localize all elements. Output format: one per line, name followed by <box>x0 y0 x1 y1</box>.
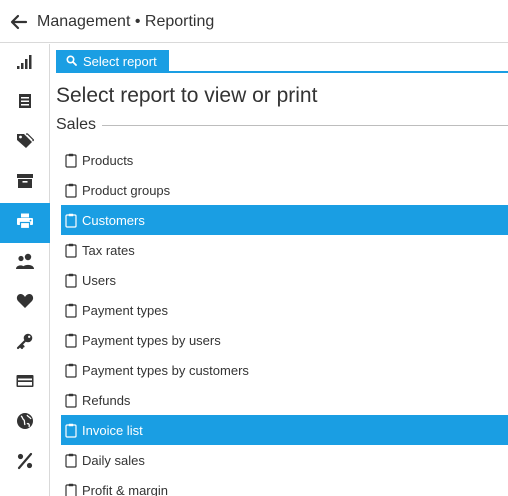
key-icon <box>16 332 34 355</box>
sidebar-item-statistics[interactable] <box>0 44 50 84</box>
sidebar-item-stock[interactable] <box>0 163 50 203</box>
page-title: Management • Reporting <box>37 13 215 30</box>
chart-icon <box>16 53 34 76</box>
report-item-label: Payment types <box>82 302 168 318</box>
report-list: Products Product groups Customers Tax rates… <box>61 145 508 496</box>
report-item[interactable]: Product groups <box>61 175 508 205</box>
report-item[interactable]: Customers <box>61 205 508 235</box>
report-item-label: Profit & margin <box>82 482 168 496</box>
report-item[interactable]: Profit & margin <box>61 475 508 496</box>
sidebar-item-discounts[interactable] <box>0 443 50 483</box>
top-bar: Management • Reporting <box>0 0 508 43</box>
report-item[interactable]: Users <box>61 265 508 295</box>
sidebar-item-payment-types[interactable] <box>0 363 50 403</box>
section-header: Sales <box>56 116 508 134</box>
report-item[interactable]: Daily sales <box>61 445 508 475</box>
clipboard-icon <box>65 393 82 408</box>
report-item-label: Daily sales <box>82 452 145 468</box>
report-item[interactable]: Payment types by customers <box>61 355 508 385</box>
document-list-icon <box>16 92 34 115</box>
clipboard-icon <box>65 303 82 318</box>
heart-icon <box>16 292 34 315</box>
globe-icon <box>16 412 34 435</box>
sidebar-item-users[interactable] <box>0 243 50 283</box>
report-item-label: Products <box>82 152 134 168</box>
report-item[interactable]: Tax rates <box>61 235 508 265</box>
tags-icon <box>16 132 35 155</box>
clipboard-icon <box>65 453 82 468</box>
main-heading: Select report to view or print <box>56 84 318 107</box>
percent-icon <box>16 452 34 475</box>
report-item-label: Payment types by users <box>82 332 221 348</box>
report-item-label: Product groups <box>82 182 171 198</box>
credit-card-icon <box>16 372 34 395</box>
printer-icon <box>16 212 34 235</box>
search-icon <box>66 54 77 69</box>
sidebar-item-loyalty[interactable] <box>0 283 50 323</box>
tab-select-report[interactable]: Select report <box>56 50 169 73</box>
report-item[interactable]: Refunds <box>61 385 508 415</box>
clipboard-icon <box>65 183 82 198</box>
sidebar-item-security[interactable] <box>0 323 50 363</box>
clipboard-icon <box>65 153 82 168</box>
report-item-label: Payment types by customers <box>82 362 249 378</box>
section-title: Sales <box>56 116 103 134</box>
clipboard-icon <box>65 483 82 496</box>
clipboard-icon <box>65 333 82 348</box>
arrow-left-icon[interactable] <box>9 12 29 32</box>
main-content: Select report Select report to view or p… <box>50 44 508 496</box>
archive-box-icon <box>16 172 34 195</box>
report-item[interactable]: Invoice list <box>61 415 508 445</box>
report-item-label: Refunds <box>82 392 131 408</box>
sidebar <box>0 44 50 496</box>
clipboard-icon <box>65 363 82 378</box>
sidebar-item-countries[interactable] <box>0 403 50 443</box>
report-item-label: Users <box>82 272 116 288</box>
sidebar-item-documents[interactable] <box>0 83 50 123</box>
report-item[interactable]: Payment types <box>61 295 508 325</box>
sidebar-item-reporting[interactable] <box>0 203 50 243</box>
clipboard-icon <box>65 213 82 228</box>
section-divider <box>102 125 508 126</box>
report-item[interactable]: Products <box>61 145 508 175</box>
users-icon <box>16 252 34 275</box>
sidebar-item-tags[interactable] <box>0 123 50 163</box>
report-item-label: Tax rates <box>82 242 135 258</box>
clipboard-icon <box>65 243 82 258</box>
clipboard-icon <box>65 423 82 438</box>
clipboard-icon <box>65 273 82 288</box>
report-item[interactable]: Payment types by users <box>61 325 508 355</box>
report-item-label: Customers <box>82 212 145 228</box>
tab-label: Select report <box>83 54 157 69</box>
report-item-label: Invoice list <box>82 422 143 438</box>
